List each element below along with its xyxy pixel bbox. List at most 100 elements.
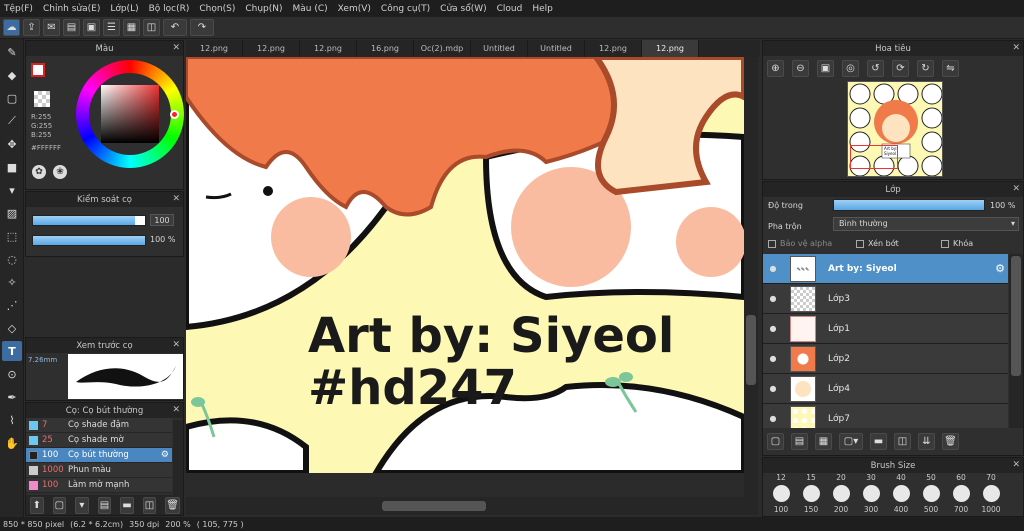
- menu-capture[interactable]: Chụp(N): [245, 4, 282, 14]
- new-brush-icon[interactable]: ▢: [52, 496, 67, 514]
- brush-size-option[interactable]: 150: [796, 485, 826, 514]
- folder-icon[interactable]: ▬: [120, 496, 134, 514]
- brush-settings-icon[interactable]: ⚙: [161, 450, 169, 460]
- zoom-in-icon[interactable]: ⊕: [767, 60, 784, 77]
- menu-select[interactable]: Chọn(S): [199, 4, 235, 14]
- copy-brush-icon[interactable]: ▤: [97, 496, 112, 514]
- brush-tool-icon[interactable]: ✎: [2, 42, 22, 62]
- transparent-color-icon[interactable]: [34, 91, 50, 107]
- brush-list-scrollbar[interactable]: [173, 420, 183, 495]
- layer-settings-icon[interactable]: ⚙: [995, 262, 1005, 275]
- layer-row[interactable]: ● Lớp4: [763, 374, 1008, 404]
- horizontal-scroll-thumb[interactable]: [382, 501, 486, 511]
- select-eraser-icon[interactable]: ◇: [2, 318, 22, 338]
- redo-icon[interactable]: ↷: [190, 19, 214, 36]
- brush-size-option[interactable]: 400: [886, 485, 916, 514]
- new-halftone-layer-icon[interactable]: ▤: [791, 432, 808, 450]
- reset-rotation-icon[interactable]: ⟳: [892, 60, 909, 77]
- brush-item[interactable]: 100 Làm mờ mạnh: [26, 478, 172, 493]
- lock-checkbox[interactable]: Khóa: [941, 239, 973, 248]
- layer-row[interactable]: ● Lớp3: [763, 284, 1008, 314]
- saturation-square[interactable]: [101, 85, 159, 143]
- doc-tab[interactable]: Untitled: [528, 40, 585, 57]
- fit-icon[interactable]: ▣: [817, 60, 834, 77]
- hue-handle[interactable]: [170, 110, 179, 119]
- move-tool-icon[interactable]: ✥: [2, 134, 22, 154]
- speech-icon[interactable]: ▤: [63, 19, 80, 36]
- merge-down-icon[interactable]: ⇊: [918, 432, 935, 450]
- protect-alpha-checkbox[interactable]: Bảo vệ alpha: [768, 239, 832, 248]
- rect-select-icon[interactable]: ▢: [2, 88, 22, 108]
- duplicate-layer-icon[interactable]: ◫: [894, 432, 911, 450]
- menu-help[interactable]: Help: [532, 4, 553, 14]
- layer-row[interactable]: ● Lớp7: [763, 404, 1008, 428]
- menu-edit[interactable]: Chỉnh sửa(E): [43, 4, 100, 14]
- document-icon[interactable]: ▣: [83, 19, 100, 36]
- layer-list-scrollbar[interactable]: [1009, 254, 1023, 428]
- clipping-checkbox[interactable]: Xén bớt: [856, 239, 899, 248]
- doc-tab[interactable]: Untitled: [471, 40, 528, 57]
- brush-size-option[interactable]: 1000: [976, 485, 1006, 514]
- panel-close-icon[interactable]: ✕: [1012, 460, 1020, 470]
- visibility-icon[interactable]: ●: [766, 324, 780, 333]
- menu-view[interactable]: Xem(V): [338, 4, 371, 14]
- lasso-icon[interactable]: ◌: [2, 249, 22, 269]
- brush-size-value[interactable]: 100: [150, 214, 174, 226]
- brush-cloud-icon[interactable]: ⬆: [30, 496, 44, 514]
- drawing-canvas[interactable]: Art by: Siyeol #hd247: [186, 57, 744, 473]
- menu-color[interactable]: Màu (C): [293, 4, 328, 14]
- doc-tab[interactable]: 12.png: [186, 40, 243, 57]
- rotate-left-icon[interactable]: ↺: [867, 60, 884, 77]
- undo-icon[interactable]: ↶: [163, 19, 187, 36]
- brush-item[interactable]: 7 Cọ shade đậm: [26, 418, 172, 433]
- navigator-view-rect[interactable]: [850, 145, 898, 169]
- canvas-horizontal-scrollbar[interactable]: [186, 497, 758, 515]
- visibility-icon[interactable]: ●: [766, 264, 780, 273]
- brush-item[interactable]: 1000 Phun màu: [26, 463, 172, 478]
- layer-row[interactable]: ● Lớp1: [763, 314, 1008, 344]
- vertical-scroll-thumb[interactable]: [746, 315, 756, 385]
- eraser-tool-icon[interactable]: ◆: [2, 65, 22, 85]
- brush-size-option[interactable]: 300: [856, 485, 886, 514]
- magic-wand-icon[interactable]: ✧: [2, 272, 22, 292]
- visibility-icon[interactable]: ●: [766, 354, 780, 363]
- layer-scroll-thumb[interactable]: [1011, 256, 1021, 376]
- text-tool-icon[interactable]: T: [2, 341, 22, 361]
- bucket-icon[interactable]: ▾: [2, 180, 22, 200]
- new-layer-icon[interactable]: ▢: [767, 432, 784, 450]
- eyedropper-icon[interactable]: ⌇: [2, 410, 22, 430]
- delete-layer-icon[interactable]: 🗑: [942, 432, 959, 450]
- export-icon[interactable]: ⇪: [23, 19, 40, 36]
- comment-icon[interactable]: ✉: [43, 19, 60, 36]
- doc-tab[interactable]: 16.png: [357, 40, 414, 57]
- navigator-thumbnail[interactable]: Art by: Siyeol: [847, 81, 943, 177]
- grid-icon[interactable]: ▦: [123, 19, 140, 36]
- doc-tab[interactable]: Oc(2).mdp: [414, 40, 471, 57]
- trash-icon[interactable]: 🗑: [165, 496, 180, 514]
- actual-size-icon[interactable]: ◎: [842, 60, 859, 77]
- brush-size-option[interactable]: 200: [826, 485, 856, 514]
- doc-tab[interactable]: 12.png: [300, 40, 357, 57]
- add-layer-menu-icon[interactable]: ▢▾: [839, 432, 863, 450]
- brush-size-slider[interactable]: [32, 215, 146, 226]
- doc-tab[interactable]: 12.png: [585, 40, 642, 57]
- fill-rect-icon[interactable]: ■: [2, 157, 22, 177]
- layer-row[interactable]: ● Lớp2: [763, 344, 1008, 374]
- cloud-icon[interactable]: ☁: [3, 19, 20, 36]
- hand-tool-icon[interactable]: ✋: [2, 433, 22, 453]
- pen-tool-icon[interactable]: ✒: [2, 387, 22, 407]
- panel-close-icon[interactable]: ✕: [1012, 43, 1020, 53]
- new-1bit-layer-icon[interactable]: ▦: [815, 432, 832, 450]
- panel-close-icon[interactable]: ✕: [172, 405, 180, 415]
- visibility-icon[interactable]: ●: [766, 294, 780, 303]
- menu-filter[interactable]: Bộ lọc(R): [149, 4, 190, 14]
- palette-icon[interactable]: ✿: [32, 165, 46, 179]
- menu-file[interactable]: Tệp(F): [4, 4, 33, 14]
- panel-close-icon[interactable]: ✕: [172, 43, 180, 53]
- menu-window[interactable]: Cửa sổ(W): [440, 4, 486, 14]
- brush-opacity-slider[interactable]: [32, 235, 146, 246]
- menu-layer[interactable]: Lớp(L): [110, 4, 138, 14]
- duplicate-icon[interactable]: ◫: [142, 496, 157, 514]
- menu-tools[interactable]: Công cụ(T): [381, 4, 430, 14]
- blend-mode-select[interactable]: Bình thường ▾: [833, 217, 1019, 231]
